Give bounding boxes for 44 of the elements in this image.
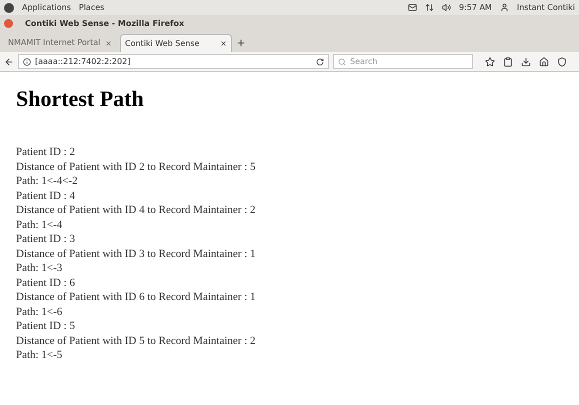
result-line: Patient ID : 3: [16, 232, 76, 246]
result-line: Path: 1<-5: [16, 348, 64, 362]
volume-icon[interactable]: [442, 3, 451, 12]
result-line: Distance of Patient with ID 4 to Record Maintainer : 2: [16, 203, 256, 218]
tab-label: Contiki Web Sense: [125, 38, 200, 50]
browser-tab[interactable]: NMAMIT Internet Portal: [4, 34, 116, 52]
result-line: Patient ID : 4: [16, 188, 76, 203]
url-text: [aaaa::212:7402:2:202]: [35, 56, 132, 68]
reload-icon[interactable]: [316, 58, 324, 66]
new-tab-icon[interactable]: [236, 38, 246, 48]
result-line: Distance of Patient with ID 2 to Record Maintainer : 5: [16, 160, 256, 174]
browser-tab[interactable]: Contiki Web Sense: [120, 34, 232, 52]
result-line: Path: 1<-4<-2: [16, 174, 79, 188]
info-icon[interactable]: [23, 58, 31, 66]
download-icon[interactable]: [521, 56, 531, 66]
window-title: Contiki Web Sense - Mozilla Firefox: [25, 18, 184, 30]
result-line: Path: 1<-4: [16, 218, 64, 232]
user-name[interactable]: Instant Contiki: [516, 2, 575, 14]
panel-menu[interactable]: Applications: [22, 2, 71, 14]
page-heading: Shortest Path: [16, 85, 145, 113]
result-line: Patient ID : 2: [16, 145, 76, 160]
user-icon[interactable]: [500, 3, 509, 12]
shield-icon[interactable]: [557, 56, 567, 66]
back-icon[interactable]: [4, 56, 14, 66]
search-placeholder: Search: [350, 56, 378, 68]
result-line: Distance of Patient with ID 3 to Record Maintainer : 1: [16, 246, 256, 261]
clock[interactable]: 9:57 AM: [458, 2, 492, 14]
home-icon[interactable]: [539, 56, 549, 66]
address-field[interactable]: [aaaa::212:7402:2:202]: [18, 54, 329, 69]
result-line: Patient ID : 6: [16, 276, 76, 290]
result-line: Distance of Patient with ID 5 to Record Maintainer : 2: [16, 334, 256, 348]
result-line: Patient ID : 5: [16, 319, 76, 334]
search-icon: [338, 58, 346, 66]
network-icon[interactable]: [424, 3, 434, 12]
close-button[interactable]: [4, 19, 13, 28]
mail-icon[interactable]: [408, 3, 417, 12]
close-icon[interactable]: [220, 40, 227, 47]
result-line: Path: 1<-3: [16, 261, 64, 276]
result-line: Path: 1<-6: [16, 304, 64, 319]
result-line: Distance of Patient with ID 6 to Record Maintainer : 1: [16, 290, 256, 304]
panel-menu[interactable]: Places: [78, 2, 104, 14]
tab-label: NMAMIT Internet Portal: [8, 37, 101, 49]
clipboard-icon[interactable]: [503, 56, 513, 66]
star-icon[interactable]: [485, 56, 495, 66]
